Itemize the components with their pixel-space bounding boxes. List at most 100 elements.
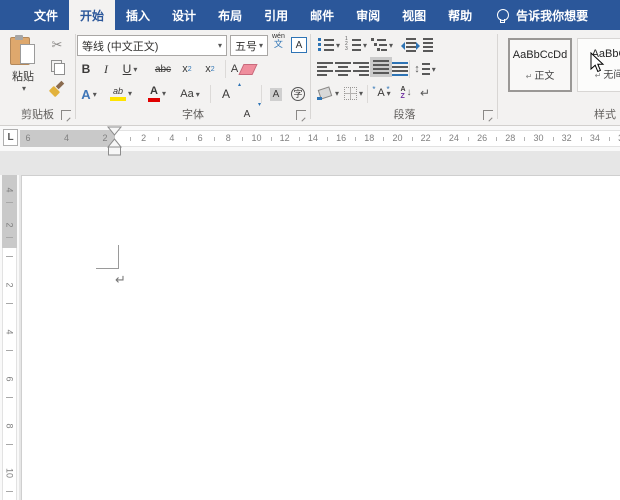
- subscript-button[interactable]: x2: [178, 59, 196, 79]
- tab-references[interactable]: 引用: [253, 0, 299, 30]
- tab-insert[interactable]: 插入: [115, 0, 161, 30]
- line-spacing-button[interactable]: ↕ ▾: [412, 59, 438, 79]
- change-case-button[interactable]: Aa ▾: [175, 84, 205, 104]
- chevron-down-icon[interactable]: ▾: [196, 90, 200, 99]
- numbering-button[interactable]: ▾: [343, 35, 369, 55]
- shading-button[interactable]: ▾: [315, 83, 341, 103]
- horizontal-ruler[interactable]: L 642 24681012141618202224262830323436: [0, 126, 620, 151]
- paste-label: 粘贴: [12, 71, 34, 83]
- tab-file[interactable]: 文件: [23, 0, 69, 30]
- increase-indent-button[interactable]: [415, 35, 434, 55]
- ruler-tick: [496, 137, 498, 141]
- ruler-tick: [6, 444, 13, 445]
- font-group-label: 字体: [182, 109, 204, 121]
- multilevel-list-button[interactable]: ▾: [369, 35, 395, 55]
- text-effects-icon: A: [81, 86, 91, 102]
- tab-home[interactable]: 开始: [69, 0, 116, 30]
- phonetic-guide-label-bottom: 文: [273, 39, 283, 49]
- ruler-number: 2: [4, 222, 15, 228]
- align-left-button[interactable]: [316, 59, 334, 79]
- character-border-button[interactable]: A: [291, 35, 307, 55]
- ruler-tick: [6, 237, 13, 238]
- ruler-number: 2: [4, 282, 15, 288]
- chevron-down-icon[interactable]: ▾: [335, 89, 339, 98]
- bullets-button[interactable]: ▾: [316, 35, 342, 55]
- chevron-down-icon[interactable]: ▾: [359, 89, 363, 98]
- font-color-button[interactable]: A ▾: [144, 83, 170, 103]
- tab-review[interactable]: 审阅: [345, 0, 391, 30]
- group-clipboard: 粘贴 ▾ ✂ 剪贴板: [0, 30, 75, 125]
- phonetic-guide-button[interactable]: wén 文: [272, 33, 285, 49]
- style-tile-normal[interactable]: AaBbCcDd ↵ 正文: [508, 38, 572, 92]
- chevron-down-icon[interactable]: ▾: [389, 41, 393, 50]
- ruler-tick: [6, 256, 13, 257]
- tab-selector[interactable]: L: [3, 129, 18, 146]
- format-painter-button[interactable]: [46, 79, 68, 99]
- font-family-select[interactable]: 等线 (中文正文) ▾: [77, 35, 227, 56]
- tab-help[interactable]: 帮助: [437, 0, 483, 30]
- paragraph-dialog-launcher-icon[interactable]: [483, 110, 493, 120]
- character-shading-button[interactable]: A: [266, 84, 286, 104]
- chevron-down-icon[interactable]: ▾: [259, 41, 263, 50]
- chevron-down-icon[interactable]: ▾: [128, 89, 132, 98]
- word-window: 文件 开始 插入 设计 布局 引用 邮件 审阅 视图 帮助 告诉我你想要 粘贴 …: [0, 0, 620, 500]
- align-center-button[interactable]: [334, 59, 352, 79]
- justify-button[interactable]: [370, 57, 392, 77]
- paste-button[interactable]: 粘贴 ▾: [4, 35, 42, 101]
- bold-button[interactable]: B: [78, 59, 94, 79]
- tell-me-box[interactable]: 告诉我你想要: [497, 0, 588, 30]
- highlight-color-button[interactable]: ab ▾: [106, 83, 136, 103]
- group-separator: [310, 34, 311, 119]
- enclose-characters-button[interactable]: 字: [289, 84, 307, 104]
- copy-button[interactable]: [46, 57, 68, 77]
- hanging-indent-marker: [107, 138, 123, 148]
- clipboard-dialog-launcher-icon[interactable]: [61, 110, 71, 120]
- grow-font-button[interactable]: A ▴: [217, 82, 241, 104]
- highlight-color-bar: [109, 96, 126, 101]
- chevron-down-icon[interactable]: ▾: [432, 65, 436, 74]
- show-hide-marks-button[interactable]: ↵: [417, 83, 433, 103]
- ruler-tick: [298, 137, 300, 141]
- tab-layout[interactable]: 布局: [207, 0, 253, 30]
- indent-markers[interactable]: [107, 126, 123, 159]
- italic-button[interactable]: I: [99, 59, 113, 79]
- ruler-number: 4: [4, 329, 15, 335]
- underline-label: U: [122, 62, 132, 76]
- text-effects-button[interactable]: A ▾: [77, 84, 101, 104]
- vertical-ruler[interactable]: 4 2 2 4 6 8 10: [0, 175, 19, 500]
- eraser-icon: [238, 63, 258, 75]
- chevron-down-icon[interactable]: ▾: [133, 65, 137, 74]
- distribute-button[interactable]: [391, 59, 409, 79]
- chevron-down-icon[interactable]: ▾: [93, 90, 97, 99]
- font-size-select[interactable]: 五号 ▾: [230, 35, 268, 56]
- ruler-number: 32: [561, 133, 572, 143]
- tab-view[interactable]: 视图: [391, 0, 437, 30]
- chevron-down-icon[interactable]: ▾: [363, 41, 367, 50]
- ruler-number: 24: [448, 133, 459, 143]
- tab-mailings[interactable]: 邮件: [299, 0, 345, 30]
- ruler-number: 10: [251, 133, 262, 143]
- chevron-down-icon[interactable]: ▾: [162, 89, 166, 98]
- strikethrough-button[interactable]: abc: [150, 59, 176, 79]
- underline-button[interactable]: U ▾: [117, 59, 143, 79]
- document-page[interactable]: ↵: [21, 175, 620, 500]
- paint-bucket-icon: [316, 86, 333, 100]
- sort-button[interactable]: AZ ↓: [396, 83, 416, 103]
- ruler-number: 14: [307, 133, 318, 143]
- align-right-button[interactable]: [352, 59, 370, 79]
- asian-layout-button[interactable]: A ▾: [372, 83, 396, 103]
- font-dialog-launcher-icon[interactable]: [296, 110, 306, 120]
- clear-formatting-button[interactable]: A: [229, 59, 258, 79]
- ruler-number: 2: [141, 133, 147, 143]
- cut-button[interactable]: ✂: [46, 35, 68, 55]
- ruler-tick: [524, 137, 526, 141]
- superscript-button[interactable]: x2: [201, 59, 219, 79]
- borders-button[interactable]: ▾: [342, 83, 365, 103]
- group-font: 等线 (中文正文) ▾ 五号 ▾ wén 文 A B I U ▾ abc x2: [76, 30, 310, 125]
- align-center-icon: [335, 62, 351, 76]
- tab-design[interactable]: 设计: [161, 0, 207, 30]
- chevron-down-icon[interactable]: ▾: [22, 84, 26, 93]
- ruler-tick: [242, 137, 244, 141]
- chevron-down-icon[interactable]: ▾: [336, 41, 340, 50]
- chevron-down-icon[interactable]: ▾: [218, 41, 222, 50]
